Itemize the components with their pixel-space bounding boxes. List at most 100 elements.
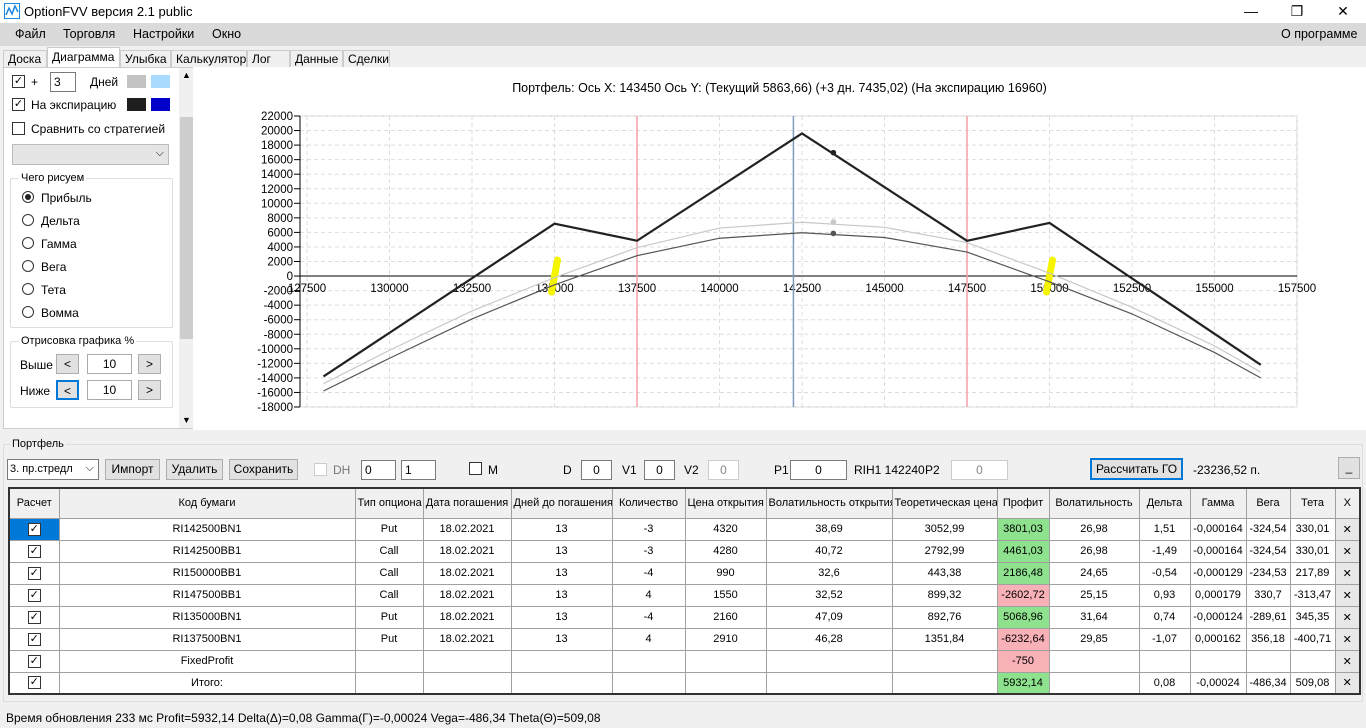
calc-cell[interactable]: ✓ (8, 539, 60, 563)
below-decrease-button[interactable]: < (56, 380, 79, 400)
above-decrease-button[interactable]: < (56, 354, 79, 374)
tab-data[interactable]: Данные (290, 50, 343, 68)
calc-cell[interactable]: ✓ (8, 517, 60, 541)
above-input[interactable]: 10 (87, 354, 132, 374)
p2-input[interactable]: 0 (951, 460, 1008, 480)
calc-checkbox[interactable]: ✓ (27, 544, 41, 558)
table-row[interactable]: ✓ RI150000BB1 Call 18.02.2021 13 -4 990 32,6 443… (8, 561, 1361, 585)
strategy-select[interactable]: 3. пр.стредл ⌵ (7, 459, 99, 480)
minimize-button[interactable]: — (1228, 0, 1274, 23)
v2-input[interactable]: 0 (708, 460, 739, 480)
spin1-input[interactable]: 0 (361, 460, 396, 480)
menu-about[interactable]: О программе (1281, 27, 1357, 41)
delete-row-button[interactable]: ✕ (1334, 539, 1361, 563)
column-header[interactable]: Дней до погашения (510, 487, 613, 519)
collapse-button[interactable]: _ (1338, 457, 1360, 479)
delete-row-button[interactable]: ✕ (1334, 671, 1361, 695)
import-button[interactable]: Импорт (105, 459, 160, 480)
exp-color-1-swatch[interactable] (127, 98, 146, 111)
menu-window[interactable]: Окно (212, 27, 241, 41)
p1-input[interactable]: 0 (790, 460, 847, 480)
column-header[interactable]: Вега (1245, 487, 1291, 519)
column-header[interactable]: Дельта (1138, 487, 1191, 519)
calc-checkbox[interactable]: ✓ (27, 654, 41, 668)
close-button[interactable]: ✕ (1320, 0, 1366, 23)
tab-board[interactable]: Доска (3, 50, 47, 68)
column-header[interactable]: Количество (611, 487, 686, 519)
compare-checkbox[interactable] (12, 122, 25, 135)
calc-cell[interactable]: ✓ (8, 605, 60, 629)
table-row[interactable]: ✓ FixedProfit -750 ✕ (8, 649, 1361, 673)
above-increase-button[interactable]: > (138, 354, 161, 374)
delete-button[interactable]: Удалить (166, 459, 223, 480)
scroll-down-icon[interactable]: ▼ (182, 415, 191, 425)
save-button[interactable]: Сохранить (229, 459, 298, 480)
table-row[interactable]: ✓ RI135000BN1 Put 18.02.2021 13 -4 2160 47,09 89… (8, 605, 1361, 629)
dh-checkbox[interactable] (314, 463, 327, 476)
column-header[interactable]: Гамма (1189, 487, 1247, 519)
calc-cell[interactable]: ✓ (8, 649, 60, 673)
column-header[interactable]: Тип опциона (354, 487, 424, 519)
tab-smile[interactable]: Улыбка (120, 50, 171, 68)
m-checkbox[interactable] (469, 462, 482, 475)
profit-chart[interactable]: 2200020000180001600014000120001000080006… (193, 67, 1366, 430)
table-row[interactable]: ✓ RI142500BN1 Put 18.02.2021 13 -3 4320 38,69 30… (8, 517, 1361, 541)
below-increase-button[interactable]: > (138, 380, 161, 400)
column-header[interactable]: Профит (996, 487, 1050, 519)
table-row[interactable]: ✓ Итого: 5932,14 0,08 -0,00024 -486,34 509,08 ✕ (8, 671, 1361, 695)
menu-trading[interactable]: Торговля (63, 27, 115, 41)
column-header[interactable]: Код бумаги (58, 487, 356, 519)
delete-row-button[interactable]: ✕ (1334, 649, 1361, 673)
calculate-margin-button[interactable]: Рассчитать ГО (1090, 458, 1183, 480)
days-color-2-swatch[interactable] (151, 75, 170, 88)
left-scrollbar[interactable]: ▲ ▼ (179, 68, 194, 428)
scroll-up-icon[interactable]: ▲ (182, 70, 191, 80)
column-header[interactable]: Дата погашения (422, 487, 512, 519)
column-header[interactable]: Тета (1289, 487, 1336, 519)
calc-checkbox[interactable]: ✓ (27, 632, 41, 646)
column-header[interactable]: Расчет (8, 487, 60, 519)
radio-1[interactable] (22, 214, 34, 226)
calc-checkbox[interactable]: ✓ (27, 610, 41, 624)
expiration-checkbox[interactable]: ✓ (12, 98, 25, 111)
tab-log[interactable]: Лог (247, 50, 290, 68)
v1-input[interactable]: 0 (644, 460, 675, 480)
maximize-button[interactable]: ❐ (1274, 0, 1320, 23)
column-header[interactable]: Цена открытия (684, 487, 767, 519)
days-checkbox[interactable]: ✓ (12, 75, 25, 88)
delete-row-button[interactable]: ✕ (1334, 627, 1361, 651)
menu-settings[interactable]: Настройки (133, 27, 194, 41)
radio-4[interactable] (22, 283, 34, 295)
exp-color-2-swatch[interactable] (151, 98, 170, 111)
below-input[interactable]: 10 (87, 380, 132, 400)
radio-3[interactable] (22, 260, 34, 272)
column-header[interactable]: Теоретическая цена (891, 487, 998, 519)
calc-cell[interactable]: ✓ (8, 671, 60, 695)
calc-cell[interactable]: ✓ (8, 627, 60, 651)
days-color-1-swatch[interactable] (127, 75, 146, 88)
radio-5[interactable] (22, 306, 34, 318)
delete-row-button[interactable]: ✕ (1334, 605, 1361, 629)
delete-row-button[interactable]: ✕ (1334, 561, 1361, 585)
calc-cell[interactable]: ✓ (8, 561, 60, 585)
scrollbar-thumb[interactable] (180, 117, 193, 339)
delete-row-button[interactable]: ✕ (1334, 583, 1361, 607)
tab-diagram[interactable]: Диаграмма (47, 47, 120, 68)
radio-2[interactable] (22, 237, 34, 249)
table-row[interactable]: ✓ RI137500BN1 Put 18.02.2021 13 4 2910 46,28 135… (8, 627, 1361, 651)
radio-0[interactable] (22, 191, 34, 203)
table-row[interactable]: ✓ RI147500BB1 Call 18.02.2021 13 4 1550 32,52 89… (8, 583, 1361, 607)
d-input[interactable]: 0 (581, 460, 612, 480)
calc-cell[interactable]: ✓ (8, 583, 60, 607)
calc-checkbox[interactable]: ✓ (27, 676, 41, 690)
column-header[interactable]: Волатильность открытия (765, 487, 893, 519)
calc-checkbox[interactable]: ✓ (27, 588, 41, 602)
table-row[interactable]: ✓ RI142500BB1 Call 18.02.2021 13 -3 4280 40,72 2… (8, 539, 1361, 563)
menu-file[interactable]: Файл (15, 27, 46, 41)
spin2-input[interactable]: 1 (401, 460, 436, 480)
strategy-dropdown[interactable]: ⌵ (12, 144, 169, 165)
delete-row-button[interactable]: ✕ (1334, 517, 1361, 541)
column-header[interactable]: X (1334, 487, 1361, 519)
calc-checkbox[interactable]: ✓ (27, 566, 41, 580)
calc-checkbox[interactable]: ✓ (27, 522, 41, 536)
